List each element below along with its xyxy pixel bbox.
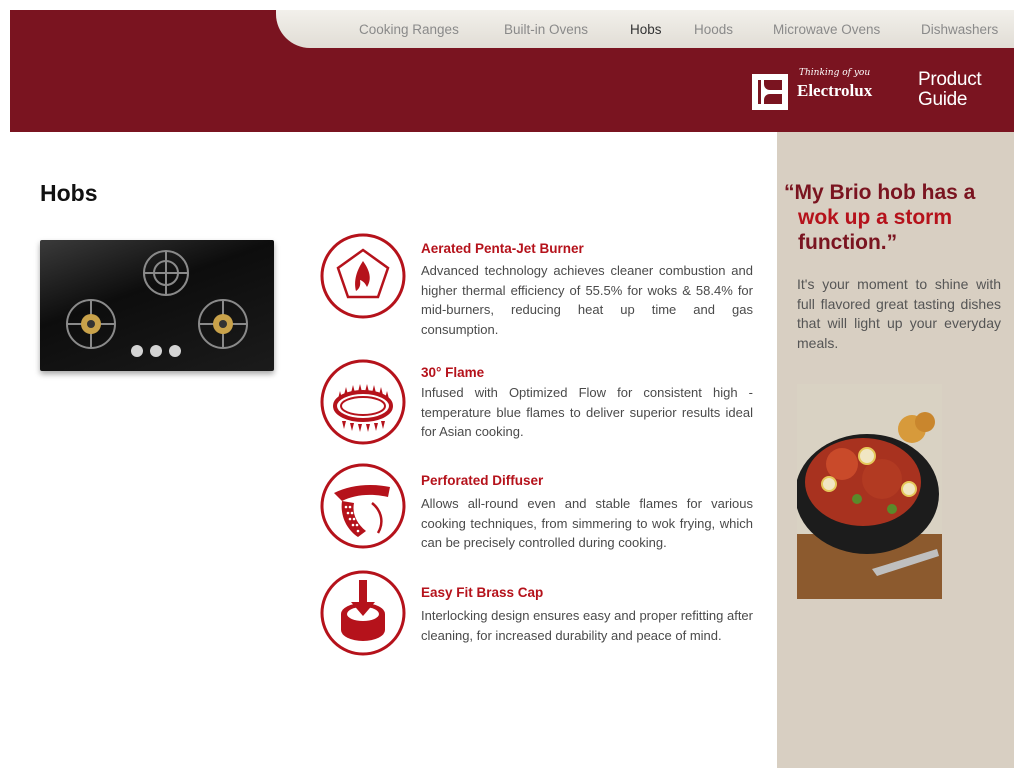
sidebar-quote: “My Brio hob has a wok up a storm functi… [784, 180, 1012, 255]
page-title: Hobs [40, 180, 98, 206]
feature-title: Perforated Diffuser [421, 473, 544, 488]
feature-description: Infused with Optimized Flow for consiste… [421, 385, 753, 439]
flame-ring-icon [320, 359, 406, 445]
nav-hobs[interactable]: Hobs [630, 10, 662, 48]
quote-line-3: function.” [798, 231, 898, 254]
brand-name: Electrolux [797, 81, 873, 100]
sidebar-text: It's your moment to shine with full flav… [797, 276, 1001, 351]
hob-product-image [40, 240, 274, 371]
diffuser-icon [320, 463, 406, 549]
nav-hoods[interactable]: Hoods [694, 10, 733, 48]
feature-description: Interlocking design ensures easy and pro… [421, 608, 753, 643]
nav-dishwashers[interactable]: Dishwashers [921, 10, 998, 48]
electrolux-logo-icon [752, 74, 788, 110]
feature-description: Allows all-round even and stable flames … [421, 496, 753, 550]
brand-logo[interactable]: Thinking of you Electrolux [752, 68, 902, 112]
product-guide-title: Product Guide [918, 69, 982, 110]
feature-description: Advanced technology achieves cleaner com… [421, 263, 753, 337]
feature-title: 30° Flame [421, 365, 485, 380]
brass-cap-icon [320, 570, 406, 656]
brand-tagline: Thinking of you [799, 68, 871, 78]
feature-title: Easy Fit Brass Cap [421, 585, 544, 600]
quote-line-1: “My Brio hob has a [784, 181, 976, 204]
top-nav: Cooking Ranges Built-in Ovens Hobs Hoods… [276, 10, 1014, 48]
nav-microwave-ovens[interactable]: Microwave Ovens [773, 10, 880, 48]
food-photo [797, 384, 942, 599]
nav-cooking-ranges[interactable]: Cooking Ranges [359, 10, 459, 48]
nav-built-in-ovens[interactable]: Built-in Ovens [504, 10, 588, 48]
feature-title: Aerated Penta-Jet Burner [421, 241, 584, 256]
quote-line-2: wok up a storm [798, 206, 953, 229]
burner-flame-icon [320, 233, 406, 319]
